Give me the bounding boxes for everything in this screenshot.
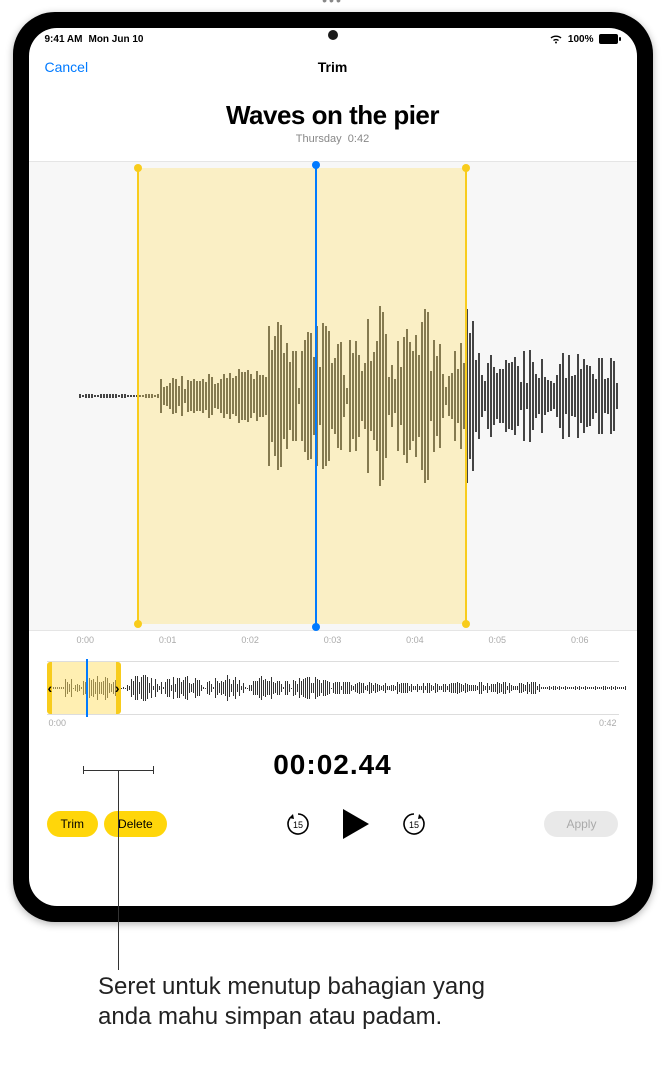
- recording-duration: 0:42: [348, 133, 369, 145]
- time-markers: 0:00 0:01 0:02 0:03 0:04 0:05 0:06: [29, 631, 637, 645]
- trim-handle-top-left[interactable]: [134, 164, 142, 172]
- time-marker: 0:04: [406, 635, 424, 645]
- time-marker: 0:03: [324, 635, 342, 645]
- recording-title: Waves on the pier: [29, 100, 637, 131]
- nav-title: Trim: [318, 59, 348, 75]
- time-marker: 0:05: [489, 635, 507, 645]
- time-marker: 0:00: [77, 635, 95, 645]
- skip-forward-button[interactable]: 15: [399, 809, 429, 839]
- battery-icon: [599, 34, 621, 44]
- nav-bar: Cancel Trim: [29, 50, 637, 84]
- mini-time-end: 0:42: [599, 718, 617, 728]
- playhead[interactable]: [315, 164, 317, 628]
- mini-wave-bars: [47, 668, 619, 708]
- wifi-icon: [549, 34, 563, 44]
- waveform-main[interactable]: [29, 161, 637, 631]
- time-marker: 0:02: [241, 635, 259, 645]
- cancel-button[interactable]: Cancel: [45, 59, 89, 75]
- callout-tick: [83, 766, 84, 774]
- current-time: 00:02.44: [29, 749, 637, 781]
- mini-playhead[interactable]: [86, 659, 88, 717]
- trim-handle-bottom-left[interactable]: [134, 620, 142, 628]
- trim-button[interactable]: Trim: [47, 811, 99, 837]
- recording-meta: Thursday 0:42: [29, 133, 637, 145]
- trim-handle-top-right[interactable]: [462, 164, 470, 172]
- trim-region[interactable]: [137, 168, 467, 624]
- caption-text: Seret untuk menutup bahagian yang anda m…: [98, 972, 538, 1032]
- title-section: Waves on the pier Thursday 0:42: [29, 84, 637, 149]
- waveform-mini[interactable]: 0:00 0:42: [47, 661, 619, 715]
- playhead-dot-top: [312, 161, 320, 169]
- recording-day: Thursday: [296, 133, 342, 145]
- camera-dot: [328, 30, 338, 40]
- callout-tick: [153, 766, 154, 774]
- play-button[interactable]: [341, 807, 371, 841]
- controls-row: Trim Delete 15: [29, 807, 637, 841]
- apply-button[interactable]: Apply: [544, 811, 618, 837]
- battery-percent: 100%: [568, 34, 594, 45]
- skip-back-button[interactable]: 15: [283, 809, 313, 839]
- skip-back-seconds: 15: [293, 820, 303, 830]
- ipad-frame: 9:41 AM Mon Jun 10 100% ••• Cancel Trim …: [13, 12, 653, 922]
- status-date: Mon Jun 10: [88, 34, 143, 45]
- delete-button[interactable]: Delete: [104, 811, 167, 837]
- screen: 9:41 AM Mon Jun 10 100% ••• Cancel Trim …: [29, 28, 637, 906]
- trim-handle-bottom-right[interactable]: [462, 620, 470, 628]
- skip-fwd-seconds: 15: [409, 820, 419, 830]
- mini-trim-handles[interactable]: [47, 662, 121, 714]
- time-marker: 0:06: [571, 635, 589, 645]
- playhead-dot-bottom: [312, 623, 320, 631]
- callout-line: [118, 770, 119, 970]
- mini-time-start: 0:00: [49, 718, 67, 728]
- status-time: 9:41 AM: [45, 34, 83, 45]
- time-marker: 0:01: [159, 635, 177, 645]
